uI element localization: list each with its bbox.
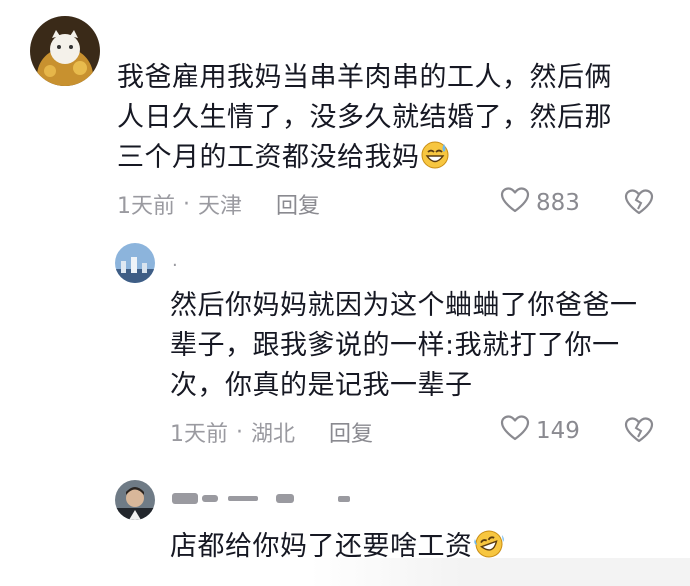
- like-count: 883: [536, 190, 580, 216]
- comment-line: 然后你妈妈就因为这个蛐蛐了你爸爸一: [170, 290, 638, 321]
- username[interactable]: ·: [172, 255, 178, 276]
- comment-location: 湖北: [251, 422, 296, 447]
- dislike-button[interactable]: [624, 416, 654, 448]
- heart-outline-icon: [500, 414, 536, 448]
- username[interactable]: [172, 488, 372, 510]
- comment-line: 人日久生情了，没多久就结婚了，然后那: [117, 102, 612, 133]
- meta-separator: ·: [183, 191, 190, 217]
- comment-line: 三个月的工资都没给我妈: [117, 142, 420, 173]
- comment-line: 次，你真的是记我一辈子: [170, 370, 473, 401]
- comment-text: 然后你妈妈就因为这个蛐蛐了你爸爸一 辈子，跟我爹说的一样:我就打了你一 次，你真…: [170, 286, 680, 406]
- dislike-button[interactable]: [624, 188, 654, 220]
- reply-button[interactable]: 回复: [329, 416, 373, 448]
- reply-button[interactable]: 回复: [276, 188, 320, 220]
- sweat-smile-emoji: [420, 140, 450, 182]
- comment-line: 辈子，跟我爹说的一样:我就打了你一: [170, 330, 620, 361]
- watermark: [310, 558, 690, 586]
- like-button[interactable]: 149: [500, 414, 580, 448]
- avatar[interactable]: [115, 480, 155, 520]
- comment-text: 我爸雇用我妈当串羊肉串的工人，然后俩 人日久生情了，没多久就结婚了，然后那 三个…: [117, 58, 677, 182]
- like-count: 149: [536, 418, 580, 444]
- meta-separator: ·: [236, 419, 243, 445]
- broken-heart-icon: [624, 417, 654, 448]
- comment-time: 1天前: [170, 422, 228, 447]
- like-button[interactable]: 883: [500, 186, 580, 220]
- comment-meta: 1天前 · 湖北 回复: [170, 416, 373, 448]
- comment-time: 1天前: [117, 194, 175, 219]
- comment-line: 我爸雇用我妈当串羊肉串的工人，然后俩: [117, 62, 612, 93]
- comment-meta: 1天前 · 天津 回复: [117, 188, 320, 220]
- broken-heart-icon: [624, 189, 654, 220]
- comment-location: 天津: [198, 194, 243, 219]
- avatar[interactable]: [115, 243, 155, 283]
- avatar[interactable]: [30, 16, 100, 86]
- heart-outline-icon: [500, 186, 536, 220]
